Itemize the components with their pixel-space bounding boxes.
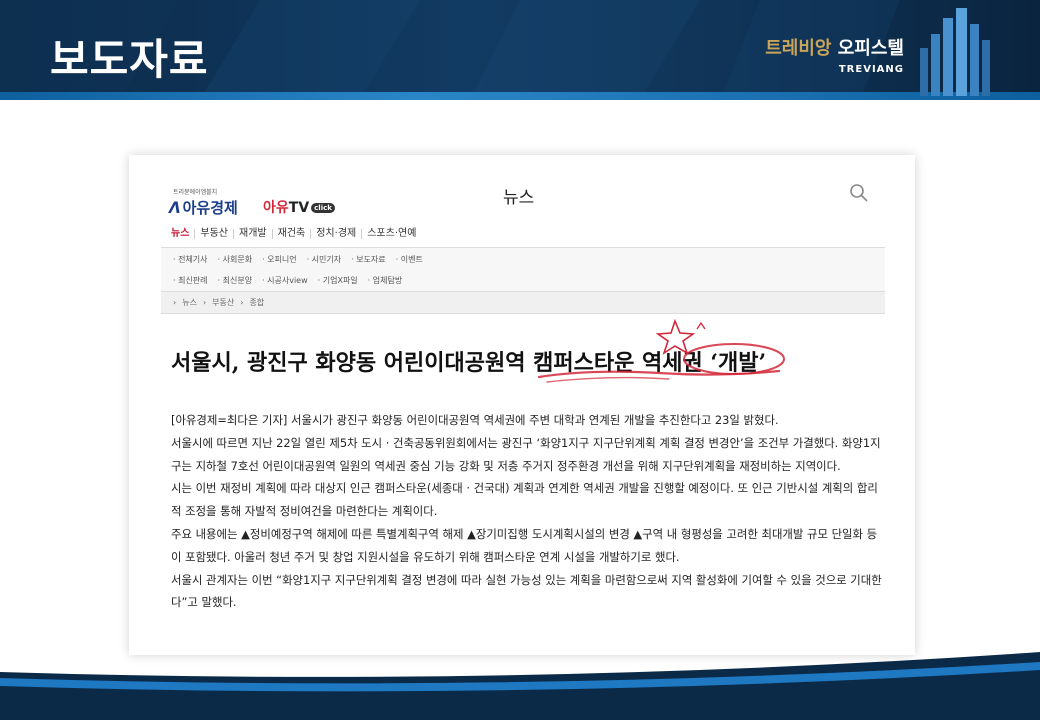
brand-subtitle: TREVIANG [838,64,904,75]
breadcrumb: › 뉴스 › 부동산 › 종합 [161,291,885,314]
site-header: 트리뷴에이엠블치 ᐱ 아유경제 아유TV click 뉴스 [129,155,915,217]
sub-nav-item[interactable]: · 최신분양 [213,275,258,286]
sub-nav-item[interactable]: · 사회문화 [213,254,258,265]
breadcrumb-separator: › [173,298,177,307]
article-paragraph: 서울시에 따르면 지난 22일 열린 제5차 도시 · 건축공동위원회에서는 광… [171,435,881,473]
sub-nav-item[interactable]: · 최신판례 [161,275,213,286]
article-body: [아유경제=최다은 기자] 서울시가 광진구 화양동 어린이대공원역 역세권에 … [171,409,883,614]
main-nav: 뉴스 부동산 재개발 재건축 정치·경제 스포츠·연예 [161,221,885,248]
nav-item-politics[interactable]: 정치·경제 [311,229,363,239]
breadcrumb-separator: › [202,298,207,307]
article-paragraph: 주요 내용에는 ▲정비예정구역 해제에 따른 특별계획구역 해제 ▲장기미집행 … [171,526,878,564]
page-title: 보도자료 [50,35,209,84]
brand-name-gold: 트레비앙 [765,38,832,59]
breadcrumb-item[interactable]: 종합 [246,297,267,308]
header-stripe [0,92,1040,100]
sub-nav-item[interactable]: · 기업X파일 [313,275,363,286]
red-annotation-marks [537,319,785,383]
nav-item-sports[interactable]: 스포츠·연예 [362,229,421,239]
breadcrumb-separator: › [240,298,244,307]
site-logo[interactable]: ᐱ 아유경제 [169,197,238,218]
tv-logo[interactable]: 아유TV click [263,197,335,217]
article-paragraph: [아유경제=최다은 기자] 서울시가 광진구 화양동 어린이대공원역 역세권에 … [171,413,779,427]
section-title: 뉴스 [503,188,535,208]
article-paragraph: 시는 이번 재정비 계획에 따라 대상지 인근 캠퍼스타운(세종대 · 건국대)… [171,481,878,519]
nav-item-redevelopment[interactable]: 재개발 [234,229,273,239]
slide-header: 보도자료 트레비앙 오피스텔 TREVIANG [0,0,1040,100]
logo-mark-icon: ᐱ [169,199,181,217]
sub-nav-2: · 최신판례 · 최신분양 · 시공사view · 기업X파일 · 업체탐방 [161,269,885,292]
nav-item-realestate[interactable]: 부동산 [195,229,235,239]
breadcrumb-item[interactable]: 뉴스 [179,297,200,308]
sub-nav-item[interactable]: · 업체탐방 [363,275,408,286]
slide-footer [0,652,1040,720]
article-screenshot: 트리뷴에이엠블치 ᐱ 아유경제 아유TV click 뉴스 뉴스 부동산 재개발 재… [129,155,915,655]
building-logo-icon [920,8,990,96]
sub-nav-item[interactable]: · 시공사view [257,275,313,286]
sub-nav-item[interactable]: · 시민기자 [302,254,347,265]
sub-nav-item[interactable]: · 전체기사 [161,254,213,265]
nav-item-news[interactable]: 뉴스 [161,229,196,239]
sub-nav-item[interactable]: · 오피니언 [257,254,302,265]
breadcrumb-item[interactable]: 부동산 [209,297,237,308]
click-badge: click [311,203,335,213]
article-paragraph: 서울시 관계자는 이번 “화양1지구 지구단위계획 결정 변경에 따라 실현 가… [171,572,882,610]
sub-nav-item[interactable]: · 이벤트 [391,254,428,265]
search-icon[interactable] [849,183,869,203]
logo-tagline: 트리뷴에이엠블치 [173,189,218,196]
nav-item-reconstruction[interactable]: 재건축 [273,229,312,239]
brand-logo: 트레비앙 오피스텔 TREVIANG [765,34,904,75]
sub-nav-item[interactable]: · 보도자료 [346,254,391,265]
brand-name-white: 오피스텔 [837,38,904,59]
sub-nav-1: · 전체기사 · 사회문화 · 오피니언 · 시민기자 · 보도자료 · 이벤트 [161,248,885,271]
